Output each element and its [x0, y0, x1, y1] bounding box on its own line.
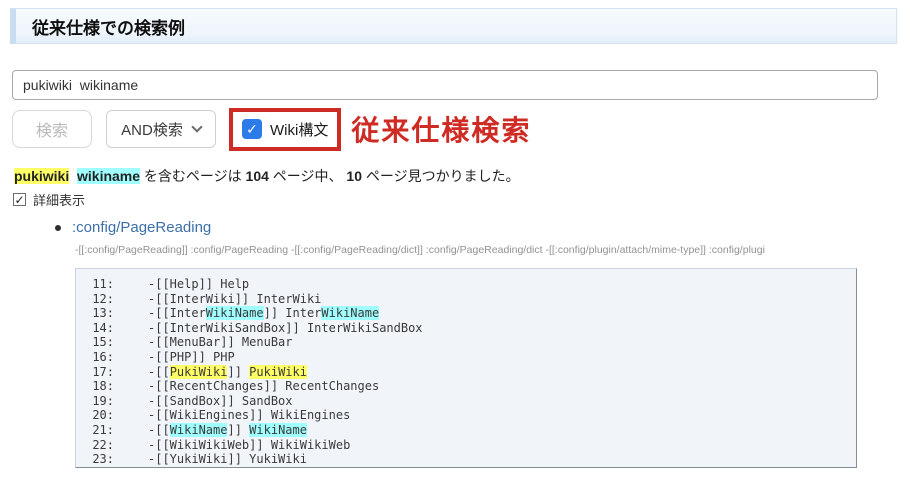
code-text: -[[PHP]] PHP [148, 350, 235, 365]
line-number: 23: [76, 452, 114, 467]
text-segment: -[[InterWikiSandBox]] InterWikiSandBox [148, 321, 423, 335]
result-list-item: :config/PageReading [55, 219, 211, 236]
code-text: -[[InterWikiName]] InterWikiName [148, 306, 379, 321]
wiki-syntax-checkbox[interactable]: ✓ [242, 119, 262, 139]
annotation-text: 従来仕様検索 [351, 109, 531, 149]
code-line: 19: -[[SandBox]] SandBox [76, 394, 856, 409]
result-excerpt: -[[:config/PageReading]] :config/PageRea… [75, 244, 893, 256]
text-segment: -[[ [148, 365, 170, 379]
code-line: 18: -[[RecentChanges]] RecentChanges [76, 379, 856, 394]
search-example-page: 従来仕様での検索例 検索 AND検索 ✓ Wiki構文 従来仕様検索 pukiw… [0, 0, 910, 478]
page-title: 従来仕様での検索例 [10, 8, 897, 44]
code-line: 23: -[[YukiWiki]] YukiWiki [76, 452, 856, 467]
code-text: -[[PukiWiki]] PukiWiki [148, 365, 307, 380]
line-number: 14: [76, 321, 114, 336]
wiki-syntax-label: Wiki構文 [270, 119, 328, 140]
text-segment: -[[Help]] Help [148, 277, 249, 291]
text-segment: -[[PHP]] PHP [148, 350, 235, 364]
line-number: 12: [76, 292, 114, 307]
code-line: 13:-[[InterWikiName]] InterWikiName [76, 306, 856, 321]
text-segment: -[[WikiEngines]] WikiEngines [148, 408, 350, 422]
text-segment: -[[Inter [148, 306, 206, 320]
text-segment: ]] [227, 365, 249, 379]
text-segment: -[[RecentChanges]] RecentChanges [148, 379, 379, 393]
text-segment: WikiName [206, 306, 264, 320]
detail-display-checkbox[interactable]: ✓ [13, 193, 26, 206]
text-segment: WikiName [321, 306, 379, 320]
line-number: 22: [76, 438, 114, 453]
text-segment: ]] Inter [264, 306, 322, 320]
code-line: 15: -[[MenuBar]] MenuBar [76, 335, 856, 350]
search-controls: 検索 AND検索 ✓ Wiki構文 従来仕様検索 [12, 104, 531, 154]
text-segment: -[[MenuBar]] MenuBar [148, 335, 293, 349]
line-number: 20: [76, 408, 114, 423]
text-segment [69, 168, 77, 184]
code-line: 14: -[[InterWikiSandBox]] InterWikiSandBo… [76, 321, 856, 336]
text-segment: ]] [227, 423, 249, 437]
code-text: -[[SandBox]] SandBox [148, 394, 293, 409]
search-button[interactable]: 検索 [12, 110, 92, 148]
code-line: 11: -[[Help]] Help [76, 277, 856, 292]
search-mode-label: AND検索 [121, 119, 183, 140]
line-number: 13: [76, 306, 114, 321]
code-text: -[[MenuBar]] MenuBar [148, 335, 293, 350]
line-number: 11: [76, 277, 114, 292]
code-line: 16: -[[PHP]] PHP [76, 350, 856, 365]
code-line: 21:-[[WikiName]] WikiName [76, 423, 856, 438]
code-text: -[[WikiName]] WikiName [148, 423, 307, 438]
search-result-summary: pukiwiki wikiname を含むページは 104 ページ中、 10 ペ… [14, 166, 520, 186]
code-text: -[[InterWiki]] InterWiki [148, 292, 321, 307]
code-text: -[[YukiWiki]] YukiWiki [148, 452, 307, 467]
text-segment: 10 [346, 168, 362, 184]
line-number: 16: [76, 350, 114, 365]
code-text: -[[InterWikiSandBox]] InterWikiSandBox [148, 321, 423, 336]
annotation-red-box: ✓ Wiki構文 [229, 108, 341, 151]
code-line: 17:-[[PukiWiki]] PukiWiki [76, 365, 856, 380]
bullet-icon [55, 225, 61, 231]
text-segment: 104 [246, 168, 269, 184]
text-segment: PukiWiki [249, 365, 307, 379]
code-text: -[[WikiEngines]] WikiEngines [148, 408, 350, 423]
text-segment: wikiname [77, 168, 140, 184]
text-segment: -[[WikiWikiWeb]] WikiWikiWeb [148, 438, 350, 452]
search-input[interactable] [12, 70, 878, 100]
code-text: -[[WikiWikiWeb]] WikiWikiWeb [148, 438, 350, 453]
code-line: 12: -[[InterWiki]] InterWiki [76, 292, 856, 307]
search-mode-select[interactable]: AND検索 [106, 110, 216, 148]
text-segment: ページ中、 [269, 168, 347, 184]
code-block: 11: -[[Help]] Help 12: -[[InterWiki]] Inter… [75, 268, 857, 468]
code-line: 22: -[[WikiWikiWeb]] WikiWikiWeb [76, 438, 856, 453]
detail-display-row: ✓ 詳細表示 [13, 190, 85, 209]
result-page-link[interactable]: :config/PageReading [72, 219, 211, 236]
check-icon: ✓ [246, 122, 258, 136]
detail-display-label: 詳細表示 [33, 190, 85, 209]
chevron-down-icon [191, 121, 202, 132]
text-segment: WikiName [170, 423, 228, 437]
text-segment: ページ見つかりました。 [362, 168, 520, 184]
code-line: 20: -[[WikiEngines]] WikiEngines [76, 408, 856, 423]
line-number: 18: [76, 379, 114, 394]
check-icon: ✓ [14, 194, 24, 206]
code-text: -[[RecentChanges]] RecentChanges [148, 379, 379, 394]
line-number: 17: [76, 365, 114, 380]
text-segment: WikiName [249, 423, 307, 437]
code-text: -[[Help]] Help [148, 277, 249, 292]
text-segment: PukiWiki [170, 365, 228, 379]
line-number: 21: [76, 423, 114, 438]
line-number: 19: [76, 394, 114, 409]
text-segment: -[[SandBox]] SandBox [148, 394, 293, 408]
text-segment: -[[InterWiki]] InterWiki [148, 292, 321, 306]
text-segment: -[[ [148, 423, 170, 437]
text-segment: pukiwiki [14, 168, 69, 184]
text-segment: を含むページは [140, 168, 246, 184]
text-segment: -[[YukiWiki]] YukiWiki [148, 452, 307, 466]
line-number: 15: [76, 335, 114, 350]
